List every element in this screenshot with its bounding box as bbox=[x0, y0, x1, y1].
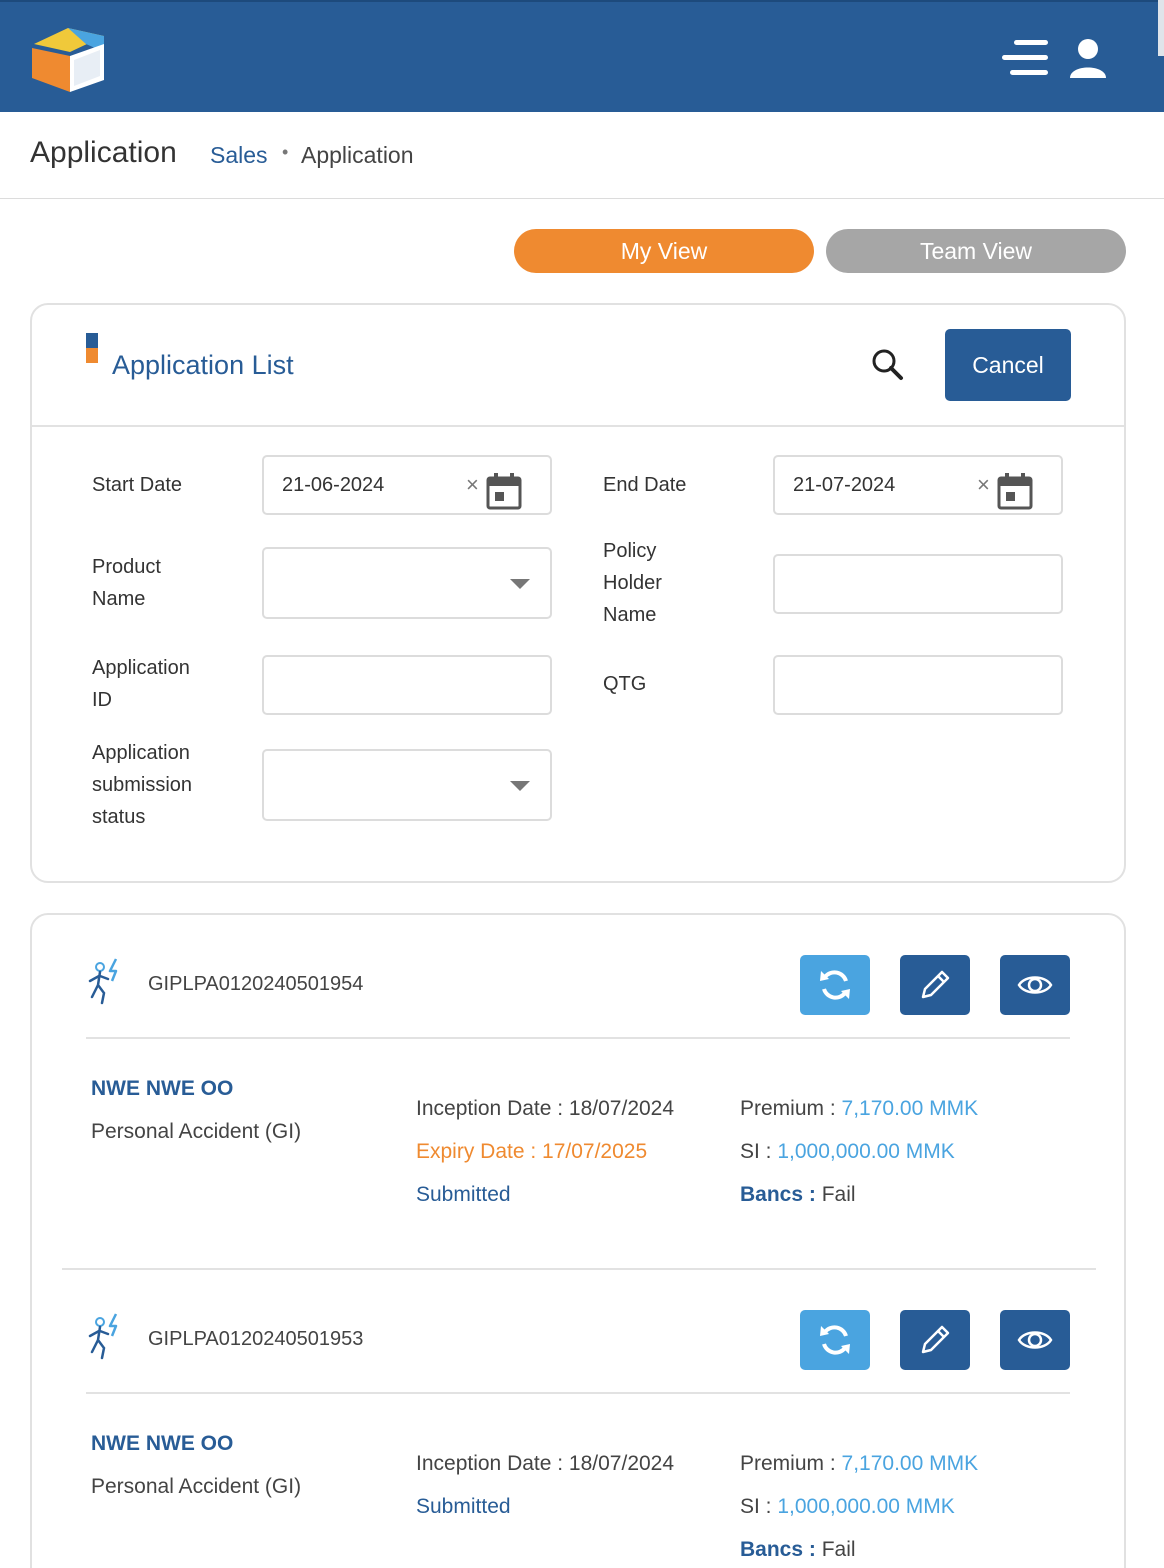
submission-status-label: Application submission status bbox=[92, 742, 193, 828]
refresh-button[interactable] bbox=[800, 955, 870, 1015]
divider bbox=[86, 1392, 1070, 1394]
refresh-icon bbox=[820, 970, 850, 1000]
eye-icon bbox=[1017, 1331, 1053, 1349]
menu-icon[interactable] bbox=[1000, 38, 1052, 78]
policy-holder-name-input[interactable] bbox=[773, 554, 1063, 614]
policy-holder-name-label: Policy Holder Name bbox=[603, 540, 662, 626]
top-bar bbox=[0, 0, 1164, 112]
breadcrumb-sales-link[interactable]: Sales bbox=[210, 142, 268, 169]
user-icon[interactable] bbox=[1068, 38, 1108, 80]
start-date-clear-icon[interactable]: × bbox=[466, 457, 479, 513]
window-edge bbox=[1158, 0, 1164, 56]
inception-date: Inception Date : 18/07/2024 bbox=[416, 1097, 675, 1120]
qtg-input[interactable] bbox=[773, 655, 1063, 715]
calendar-icon[interactable] bbox=[486, 471, 522, 511]
start-date-field[interactable]: 21-06-2024 × bbox=[262, 455, 552, 515]
policy-holder-name: NWE NWE OO bbox=[91, 1077, 234, 1100]
team-view-button[interactable]: Team View bbox=[826, 229, 1126, 273]
policy-holder-name: NWE NWE OO bbox=[91, 1432, 234, 1455]
divider bbox=[32, 425, 1124, 427]
application-list-card: GIPLPA0120240501954 NWE NWE OO Personal … bbox=[30, 913, 1126, 1568]
breadcrumb-current: Application bbox=[301, 142, 414, 168]
view-button[interactable] bbox=[1000, 955, 1070, 1015]
qtg-label: QTG bbox=[603, 673, 647, 695]
sum-insured: SI : 1,000,000.00 MMK bbox=[740, 1495, 955, 1518]
premium: Premium : 7,170.00 MMK bbox=[740, 1097, 979, 1120]
end-date-field[interactable]: 21-07-2024 × bbox=[773, 455, 1063, 515]
product-name-select[interactable] bbox=[262, 547, 552, 619]
title-marker bbox=[86, 333, 98, 363]
start-date-value: 21-06-2024 bbox=[282, 474, 385, 496]
status-link[interactable]: Submitted bbox=[416, 1495, 511, 1519]
sum-insured: SI : 1,000,000.00 MMK bbox=[740, 1140, 955, 1163]
divider bbox=[86, 1037, 1070, 1039]
page-title: Application bbox=[30, 136, 177, 169]
search-icon[interactable] bbox=[870, 347, 906, 383]
status-link[interactable]: Submitted bbox=[416, 1183, 511, 1207]
premium: Premium : 7,170.00 MMK bbox=[740, 1452, 979, 1475]
application-id: GIPLPA0120240501953 bbox=[148, 1328, 364, 1350]
bancs-status: Bancs : Fail bbox=[740, 1183, 856, 1206]
product-name-label: Product Name bbox=[92, 556, 161, 610]
personal-accident-icon bbox=[88, 1313, 118, 1360]
pencil-icon bbox=[921, 1325, 950, 1354]
inception-date: Inception Date : 18/07/2024 bbox=[416, 1452, 675, 1475]
calendar-icon[interactable] bbox=[997, 471, 1033, 511]
personal-accident-icon bbox=[88, 958, 118, 1005]
cancel-button[interactable]: Cancel bbox=[945, 329, 1071, 401]
pencil-icon bbox=[921, 970, 950, 999]
breadcrumb-separator: • bbox=[282, 142, 289, 162]
application-id-input[interactable] bbox=[262, 655, 552, 715]
product-name: Personal Accident (GI) bbox=[91, 1475, 302, 1498]
page-header: Application Sales • Application bbox=[0, 112, 1164, 199]
product-name: Personal Accident (GI) bbox=[91, 1120, 302, 1143]
app-logo[interactable] bbox=[28, 22, 108, 94]
end-date-value: 21-07-2024 bbox=[793, 474, 896, 496]
end-date-label: End Date bbox=[603, 474, 687, 496]
application-id-label: Application ID bbox=[92, 657, 190, 711]
edit-button[interactable] bbox=[900, 1310, 970, 1370]
eye-icon bbox=[1017, 976, 1053, 994]
application-filter-card: Application List Cancel Start Date 21-06… bbox=[30, 303, 1126, 883]
chevron-down-icon[interactable] bbox=[510, 781, 530, 791]
refresh-icon bbox=[820, 1325, 850, 1355]
refresh-button[interactable] bbox=[800, 1310, 870, 1370]
edit-button[interactable] bbox=[900, 955, 970, 1015]
submission-status-select[interactable] bbox=[262, 749, 552, 821]
chevron-down-icon[interactable] bbox=[510, 579, 530, 589]
divider bbox=[62, 1268, 1096, 1270]
end-date-clear-icon[interactable]: × bbox=[977, 457, 990, 513]
application-id: GIPLPA0120240501954 bbox=[148, 973, 364, 995]
my-view-button[interactable]: My View bbox=[514, 229, 814, 273]
card-title: Application List bbox=[112, 350, 294, 380]
view-button[interactable] bbox=[1000, 1310, 1070, 1370]
start-date-label: Start Date bbox=[92, 474, 183, 496]
bancs-status: Bancs : Fail bbox=[740, 1538, 856, 1561]
expiry-date: Expiry Date : 17/07/2025 bbox=[416, 1140, 648, 1163]
